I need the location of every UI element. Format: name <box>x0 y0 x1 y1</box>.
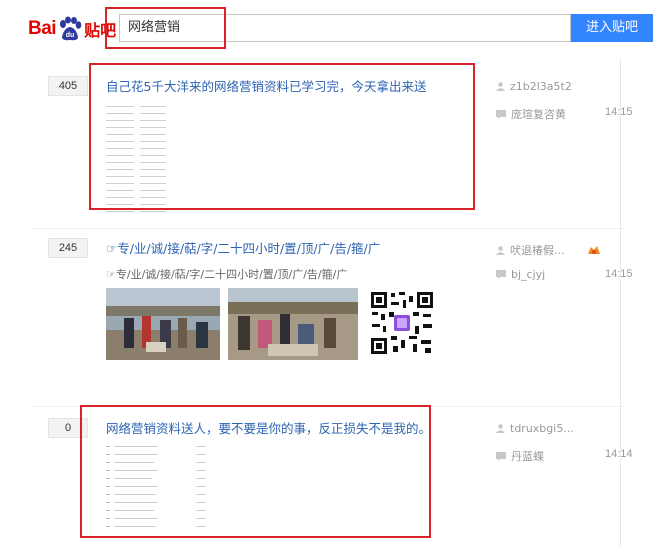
thread-author[interactable]: z1b2l3a5t2 <box>496 80 572 93</box>
last-reply-user-name: 庞瑄复咨黄 <box>511 108 566 121</box>
last-reply-user-name: 丹蓝蝶 <box>511 450 544 463</box>
thread-author-name: z1b2l3a5t2 <box>510 80 572 93</box>
last-reply-user[interactable]: bj_cjyj <box>496 268 545 281</box>
last-reply-time: 14:15 <box>605 268 633 280</box>
thread-excerpt: ☞专/业/诚/接/萜/字/二十四小时/置/顶/广/告/箍/广 <box>106 268 348 281</box>
thread-title-link[interactable]: 网络营销资料送人，要不要是你的事，反正损失不是我的。 <box>106 418 431 437</box>
thread-author[interactable]: tdruxbgi5... <box>496 422 574 435</box>
svg-text:du: du <box>66 32 75 39</box>
search-box[interactable] <box>119 14 571 42</box>
thread-author-name: 吠退椿假... <box>510 244 565 257</box>
comment-icon <box>496 451 506 461</box>
tieba-logo[interactable]: Bai du 贴吧 <box>28 14 116 44</box>
baidu-paw-icon: du <box>57 16 83 42</box>
header-bar: Bai du 贴吧 进入贴吧 <box>0 0 654 58</box>
thread-photo-1[interactable] <box>106 288 220 360</box>
thread-author[interactable]: 吠退椿假... <box>496 242 601 258</box>
thread-title-link[interactable]: 自己花5千大洋来的网络营销资料已学习完，今天拿出来送 <box>106 76 426 95</box>
last-reply-time: 14:15 <box>605 106 633 118</box>
fire-badge-icon <box>587 246 600 254</box>
thread-title-link[interactable]: ☞专/业/诚/接/萜/字/二十四小时/置/顶/广/告/箍/广 <box>106 238 380 257</box>
thread-row[interactable]: 405 自己花5千大洋来的网络营销资料已学习完，今天拿出来送 z1b2l3a5t… <box>30 58 633 229</box>
user-icon <box>496 424 505 433</box>
thread-image-thumbnail[interactable] <box>106 100 216 220</box>
thread-photo-2[interactable] <box>228 288 358 360</box>
thread-row[interactable]: 245 ☞专/业/诚/接/萜/字/二十四小时/置/顶/广/告/箍/广 ☞专/业/… <box>30 228 633 407</box>
search-input[interactable] <box>128 15 558 41</box>
comment-icon <box>496 109 506 119</box>
last-reply-user-name: bj_cjyj <box>511 268 546 281</box>
reply-count-badge: 405 <box>48 76 88 96</box>
user-icon <box>496 82 505 91</box>
last-reply-user[interactable]: 庞瑄复咨黄 <box>496 106 566 122</box>
reply-count-badge: 245 <box>48 238 88 258</box>
thread-image-thumbnail[interactable] <box>106 444 226 536</box>
thread-row[interactable]: 0 网络营销资料送人，要不要是你的事，反正损失不是我的。 tdruxbgi5..… <box>30 406 633 547</box>
comment-icon <box>496 270 506 279</box>
enter-tieba-button[interactable]: 进入贴吧 <box>571 14 653 42</box>
last-reply-time: 14:14 <box>605 448 633 460</box>
thread-author-name: tdruxbgi5... <box>510 422 574 435</box>
last-reply-user[interactable]: 丹蓝蝶 <box>496 448 544 464</box>
logo-text-bai: Bai <box>28 18 57 39</box>
reply-count-badge: 0 <box>48 418 88 438</box>
qr-code-image[interactable] <box>369 290 435 356</box>
logo-text-tieba: 贴吧 <box>84 21 117 40</box>
user-icon <box>496 245 505 255</box>
